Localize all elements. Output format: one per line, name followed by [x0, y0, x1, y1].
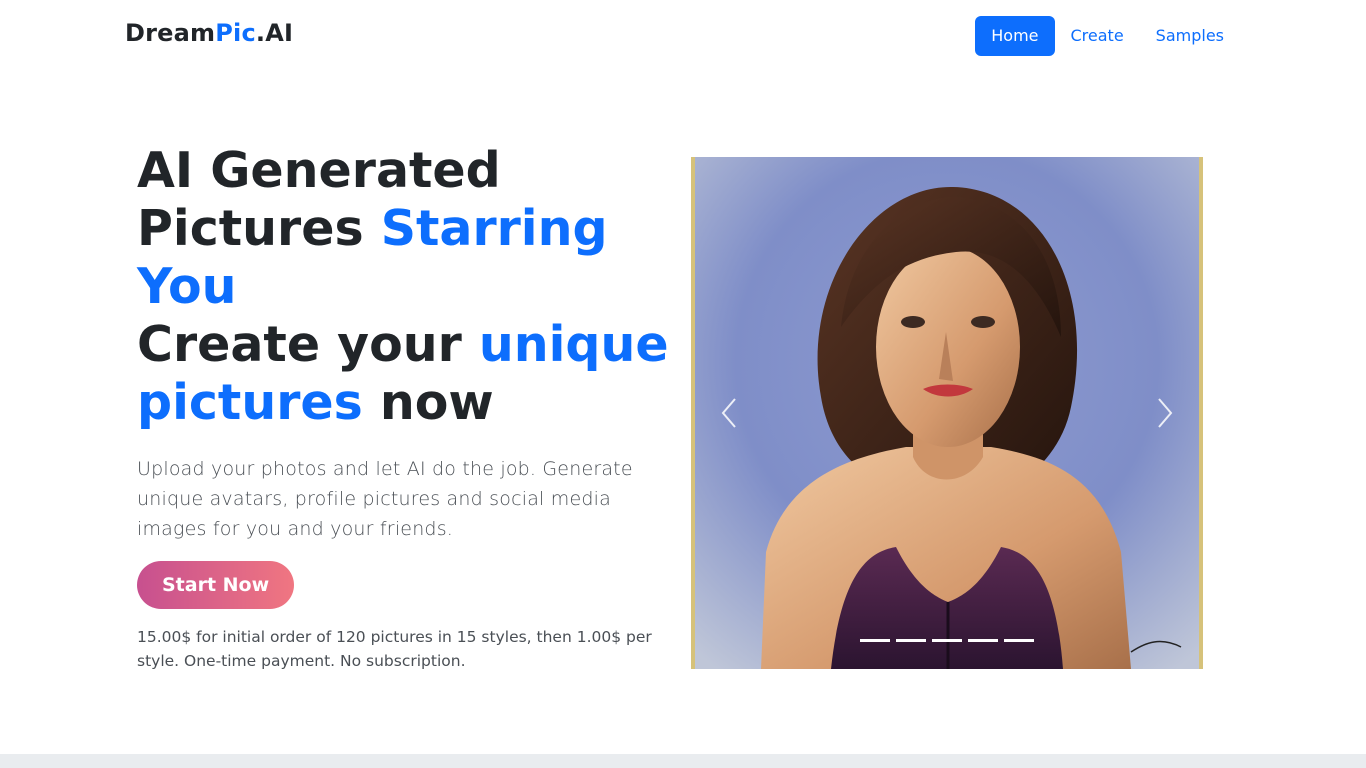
footer-band — [0, 754, 1366, 768]
hero-headline: AI Generated Pictures Starring You Create… — [137, 142, 677, 432]
start-now-button[interactable]: Start Now — [137, 561, 295, 609]
brand-text-dream: Dream — [125, 19, 216, 47]
carousel-indicator-3[interactable] — [932, 639, 962, 642]
headline-part2: Create your — [137, 316, 479, 373]
brand-text-pic: Pic — [215, 19, 256, 47]
nav-create[interactable]: Create — [1055, 16, 1140, 56]
nav-samples[interactable]: Samples — [1140, 16, 1240, 56]
headline-part3: now — [362, 374, 494, 431]
navbar: DreamPic.AI Home Create Samples — [0, 0, 1366, 72]
carousel-indicator-4[interactable] — [968, 639, 998, 642]
hero-section: AI Generated Pictures Starring You Create… — [137, 142, 677, 673]
carousel-next-button[interactable] — [1127, 157, 1203, 669]
brand-text-ai: .AI — [255, 19, 294, 47]
chevron-right-icon — [1158, 398, 1173, 428]
nav-home[interactable]: Home — [975, 16, 1055, 56]
carousel-indicators — [860, 639, 1034, 642]
brand-logo[interactable]: DreamPic.AI — [125, 19, 293, 47]
hero-lead-text: Upload your photos and let AI do the job… — [137, 458, 633, 540]
sample-carousel — [691, 157, 1203, 669]
pricing-text: 15.00$ for initial order of 120 pictures… — [137, 628, 652, 670]
carousel-prev-button[interactable] — [691, 157, 767, 669]
carousel-indicator-2[interactable] — [896, 639, 926, 642]
main-nav: Home Create Samples — [975, 16, 1240, 56]
carousel-indicator-5[interactable] — [1004, 639, 1034, 642]
chevron-left-icon — [721, 398, 736, 428]
carousel-indicator-1[interactable] — [860, 639, 890, 642]
